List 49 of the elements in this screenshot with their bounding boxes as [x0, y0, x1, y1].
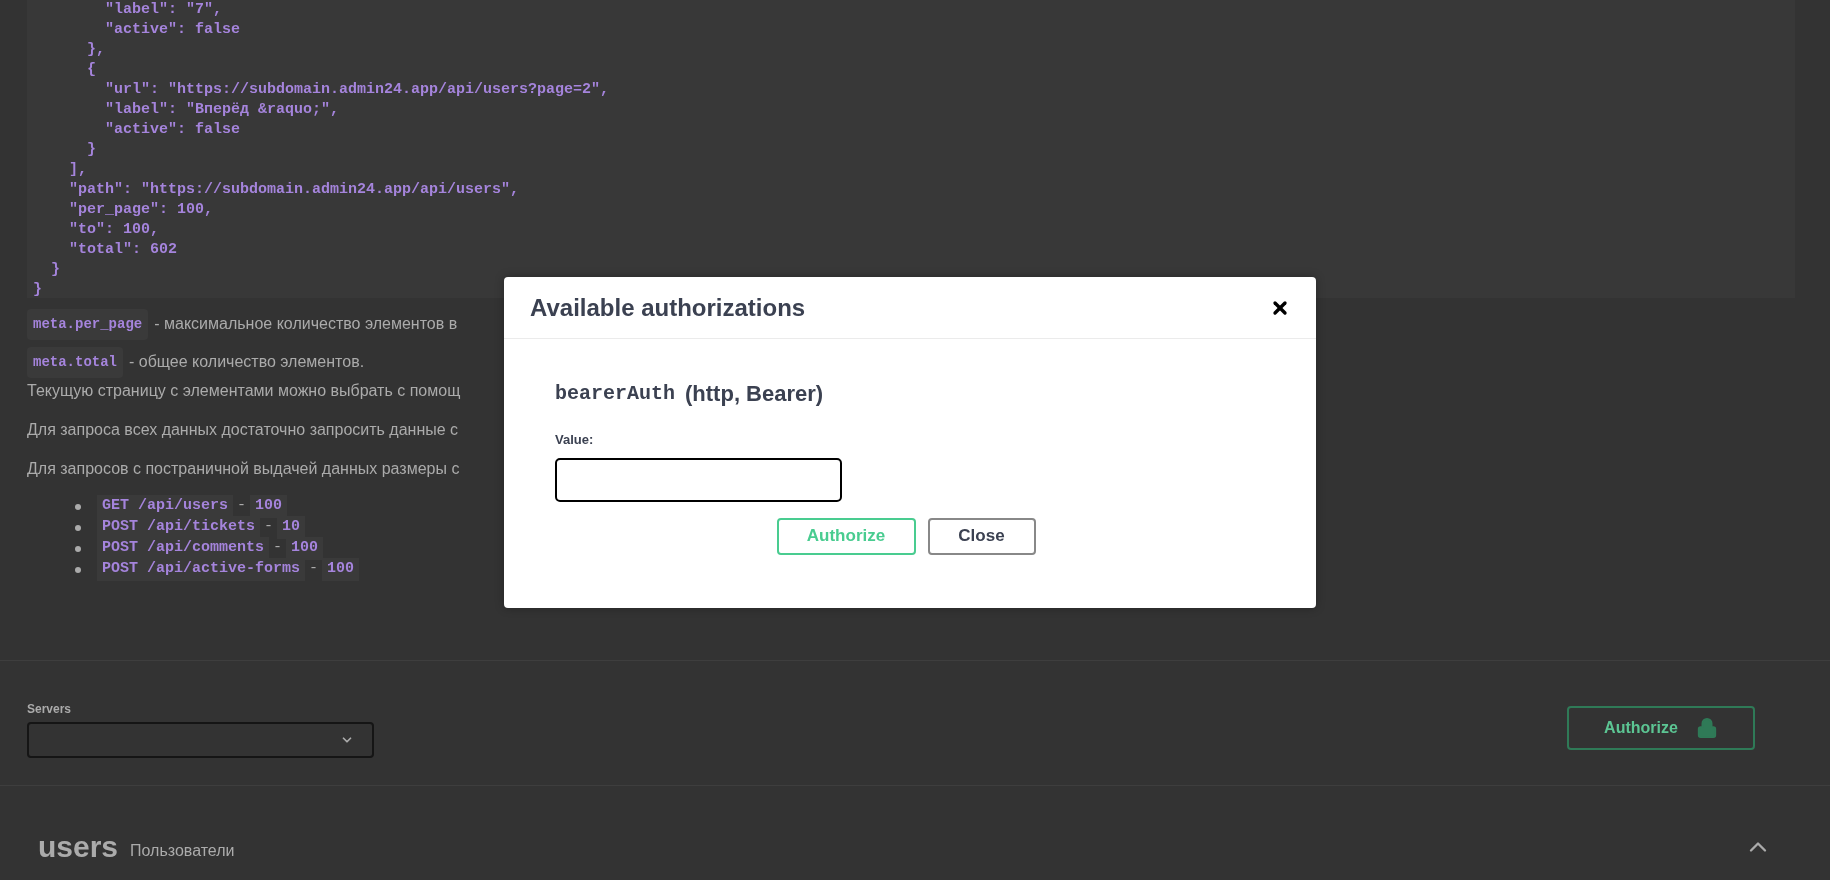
code-line: "active": false [104, 20, 241, 40]
authorize-button[interactable]: Authorize [1567, 706, 1755, 750]
note-text: - максимальное количество элементов в [154, 314, 458, 334]
servers-label: Servers [27, 701, 73, 718]
section-description: Пользователи [130, 841, 235, 861]
separator-text: - [237, 496, 247, 517]
code-line: } [50, 260, 60, 280]
inline-code: POST /api/comments [97, 537, 270, 560]
code-line: "label": "7", [104, 0, 223, 20]
modal-title: Available authorizations [530, 292, 806, 323]
paragraph: Для запроса всех данных достаточно запросить данные с [27, 421, 459, 439]
code-line: } [86, 140, 96, 160]
separator-text: - [273, 538, 283, 559]
bullet-icon [75, 524, 81, 531]
code-line: "to": 100, [68, 220, 160, 240]
code-line: } [33, 280, 42, 300]
bullet-icon [75, 545, 81, 552]
inline-code: meta.per_page [27, 308, 149, 340]
bullet-icon [75, 566, 81, 573]
inline-code: 100 [322, 558, 360, 581]
code-line: }, [86, 40, 105, 60]
inline-code: meta.total [27, 346, 123, 378]
scheme-name: bearerAuth [555, 380, 676, 407]
field-label: Value: [555, 431, 594, 449]
code-line: { [86, 60, 96, 80]
separator-text: - [309, 559, 319, 580]
code-line: "url": "https://subdomain.admin24.app/api/users?page=2", [104, 80, 610, 100]
code-line: "total": 602 [68, 240, 178, 260]
scheme-type: (http, Bearer) [685, 380, 824, 408]
code-line: ], [68, 160, 87, 180]
paragraph: Для запросов с постраничной выдачей данных размеры с [27, 460, 460, 478]
bullet-icon [75, 503, 81, 510]
lock-icon [1695, 717, 1718, 739]
code-line: "path": "https://subdomain.admin24.app/api/users", [68, 180, 520, 200]
separator-text: - [264, 517, 274, 538]
close-button[interactable]: Close [927, 517, 1036, 555]
value-input[interactable] [555, 457, 842, 502]
note-text: - общее количество элементов. [129, 352, 365, 372]
inline-code: 100 [286, 537, 324, 560]
code-line: "active": false [104, 120, 241, 140]
inline-code: POST /api/active-forms [97, 558, 306, 581]
paragraph: Текущую страницу с элементами можно выбрать с помощ [27, 382, 461, 400]
inline-code: POST /api/tickets [97, 516, 261, 539]
section-title[interactable]: users [38, 830, 119, 864]
code-line: "label": "Вперёд &raquo;", [104, 100, 340, 120]
code-line: "per_page": 100, [68, 200, 214, 220]
inline-code: 100 [250, 495, 288, 518]
inline-code: 10 [277, 516, 306, 539]
inline-code: GET /api/users [97, 495, 234, 518]
